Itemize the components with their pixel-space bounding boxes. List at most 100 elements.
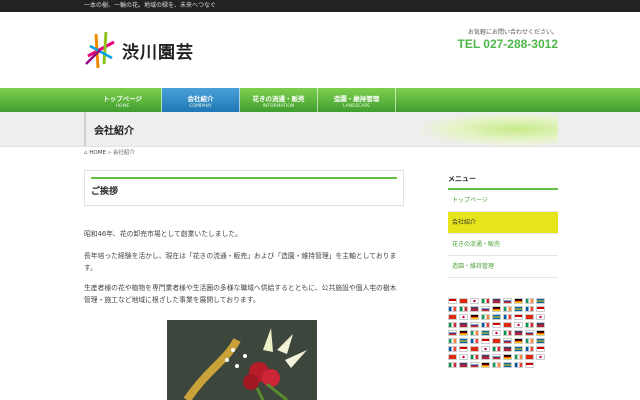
language-flag-icon[interactable] xyxy=(470,354,479,360)
language-flag-icon[interactable] xyxy=(459,306,468,312)
nav-item-sublabel: INFORMATION xyxy=(262,104,295,109)
language-flag-icon[interactable] xyxy=(536,354,545,360)
nav-item-landscape[interactable]: 造園・維持管理 LANDSCAPE xyxy=(318,88,396,112)
nav-item-information[interactable]: 花きの流通・販売 INFORMATION xyxy=(240,88,318,112)
language-flag-icon[interactable] xyxy=(459,330,468,336)
language-flag-icon[interactable] xyxy=(481,330,490,336)
language-flag-icon[interactable] xyxy=(481,298,490,304)
language-flag-icon[interactable] xyxy=(459,354,468,360)
language-flag-icon[interactable] xyxy=(459,362,468,368)
language-flag-icon[interactable] xyxy=(514,298,523,304)
language-flag-icon[interactable] xyxy=(525,346,534,352)
language-flag-icon[interactable] xyxy=(503,362,512,368)
language-flag-icon[interactable] xyxy=(448,314,457,320)
language-flag-icon[interactable] xyxy=(492,298,501,304)
sidebar-item-information[interactable]: 花きの流通・販売 xyxy=(448,234,558,256)
language-flag-icon[interactable] xyxy=(470,362,479,368)
language-flag-icon[interactable] xyxy=(448,322,457,328)
language-flag-icon[interactable] xyxy=(481,322,490,328)
language-flag-icon[interactable] xyxy=(492,306,501,312)
breadcrumb-current: 会社紹介 xyxy=(112,150,135,156)
language-flag-icon[interactable] xyxy=(492,338,501,344)
nav-item-label: トップページ xyxy=(103,95,142,103)
language-flag-icon[interactable] xyxy=(503,346,512,352)
language-flag-icon[interactable] xyxy=(536,306,545,312)
language-flag-icon[interactable] xyxy=(503,298,512,304)
language-flag-icon[interactable] xyxy=(525,314,534,320)
language-flag-icon[interactable] xyxy=(536,298,545,304)
language-flag-icon[interactable] xyxy=(514,314,523,320)
sidebar-item-home[interactable]: トップページ xyxy=(448,190,558,212)
language-flag-icon[interactable] xyxy=(481,346,490,352)
language-flag-icon[interactable] xyxy=(503,338,512,344)
language-flag-icon[interactable] xyxy=(503,330,512,336)
language-flag-icon[interactable] xyxy=(492,346,501,352)
nav-item-sublabel: HOME xyxy=(115,104,130,109)
tagline: 一本の樹、一輪の花。地域の緑を、未来へつなぐ xyxy=(84,2,217,9)
language-flag-icon[interactable] xyxy=(470,314,479,320)
language-flag-icon[interactable] xyxy=(514,354,523,360)
language-flag-icon[interactable] xyxy=(459,338,468,344)
language-flag-icon[interactable] xyxy=(525,354,534,360)
language-flag-icon[interactable] xyxy=(536,338,545,344)
nav-item-home[interactable]: トップページ HOME xyxy=(84,88,162,112)
language-flag-icon[interactable] xyxy=(481,354,490,360)
language-flag-icon[interactable] xyxy=(525,322,534,328)
paragraph-services: 生産者様の花や植物を専門業者様や生活圏の多様な職域へ供給するとともに、公共施設や… xyxy=(84,284,397,304)
language-flag-icon[interactable] xyxy=(503,306,512,312)
language-flag-icon[interactable] xyxy=(492,322,501,328)
language-flag-icon[interactable] xyxy=(470,330,479,336)
breadcrumb-home[interactable]: HOME xyxy=(89,150,106,156)
phone-number[interactable]: TEL 027-288-3012 xyxy=(457,37,558,51)
language-flag-icon[interactable] xyxy=(470,338,479,344)
language-flag-icon[interactable] xyxy=(525,338,534,344)
language-flag-icon[interactable] xyxy=(448,330,457,336)
language-flag-icon[interactable] xyxy=(448,354,457,360)
nav-item-company[interactable]: 会社紹介 COMPANY xyxy=(162,88,240,112)
site-logo[interactable]: 渋川園芸 xyxy=(84,28,218,72)
language-flag-icon[interactable] xyxy=(470,322,479,328)
language-flag-icon[interactable] xyxy=(525,362,534,368)
language-flag-icon[interactable] xyxy=(448,338,457,344)
language-flag-icon[interactable] xyxy=(514,306,523,312)
language-flag-icon[interactable] xyxy=(448,346,457,352)
language-flag-icon[interactable] xyxy=(492,314,501,320)
language-flag-icon[interactable] xyxy=(492,354,501,360)
language-flag-icon[interactable] xyxy=(481,314,490,320)
language-flag-icon[interactable] xyxy=(525,306,534,312)
sidebar-item-company[interactable]: 会社紹介 xyxy=(448,212,558,234)
sidebar-item-landscape[interactable]: 造園・維持管理 xyxy=(448,256,558,278)
language-flag-icon[interactable] xyxy=(459,314,468,320)
language-flag-icon[interactable] xyxy=(448,298,457,304)
language-flag-icon[interactable] xyxy=(470,346,479,352)
language-flag-icon[interactable] xyxy=(525,330,534,336)
flower-photo xyxy=(167,320,317,400)
language-flag-icon[interactable] xyxy=(481,362,490,368)
language-flag-icon[interactable] xyxy=(514,338,523,344)
language-flag-icon[interactable] xyxy=(481,338,490,344)
language-flag-icon[interactable] xyxy=(503,322,512,328)
language-flag-icon[interactable] xyxy=(448,362,457,368)
language-flag-icon[interactable] xyxy=(514,322,523,328)
language-flag-icon[interactable] xyxy=(536,346,545,352)
contact-info: お気軽にお問い合わせください。 TEL 027-288-3012 xyxy=(457,27,558,51)
language-flag-icon[interactable] xyxy=(503,314,512,320)
language-flag-icon[interactable] xyxy=(514,330,523,336)
language-flag-icon[interactable] xyxy=(492,330,501,336)
language-flag-icon[interactable] xyxy=(492,362,501,368)
language-flag-icon[interactable] xyxy=(459,322,468,328)
section-heading-box: ご挨拶 xyxy=(84,170,404,206)
language-flag-icon[interactable] xyxy=(525,298,534,304)
language-flag-icon[interactable] xyxy=(459,346,468,352)
language-flag-icon[interactable] xyxy=(536,314,545,320)
language-flag-icon[interactable] xyxy=(503,354,512,360)
language-flag-icon[interactable] xyxy=(470,306,479,312)
language-flag-icon[interactable] xyxy=(481,306,490,312)
language-flag-icon[interactable] xyxy=(514,362,523,368)
language-flag-icon[interactable] xyxy=(448,306,457,312)
language-flag-icon[interactable] xyxy=(536,322,545,328)
language-flag-icon[interactable] xyxy=(459,298,468,304)
language-flag-icon[interactable] xyxy=(536,330,545,336)
language-flag-icon[interactable] xyxy=(470,298,479,304)
language-flag-icon[interactable] xyxy=(514,346,523,352)
